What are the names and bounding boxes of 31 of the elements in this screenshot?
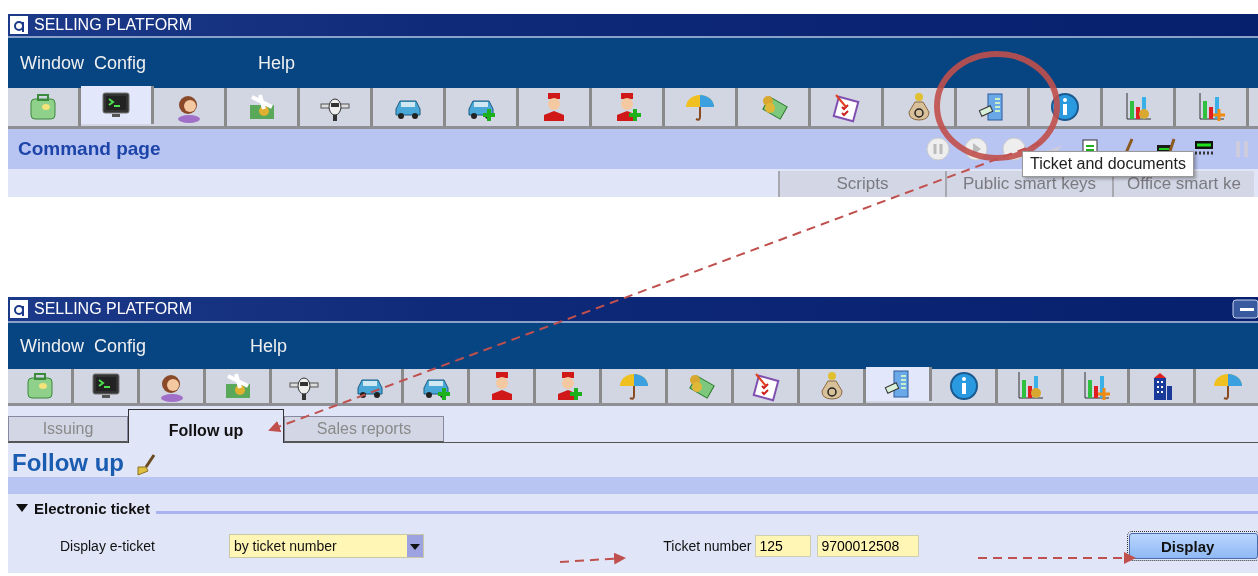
page-heading: Follow up [12, 449, 124, 477]
tooltip: Ticket and documents [1022, 151, 1194, 177]
collapse-triangle-icon[interactable] [16, 503, 28, 513]
app-logo-icon [10, 300, 28, 318]
airline-code-field[interactable]: 125 [755, 535, 812, 557]
field-label: Ticket number [663, 538, 752, 554]
menu-item[interactable]: Window [20, 335, 85, 357]
menu-item[interactable]: Help [250, 335, 288, 357]
section-title: Electronic ticket [34, 499, 150, 517]
app-logo-icon [10, 16, 28, 34]
play-icon[interactable] [964, 137, 988, 161]
display-button[interactable]: Display [1129, 533, 1258, 559]
tab[interactable]: Follow up [128, 409, 284, 443]
display-mode-dropdown[interactable]: by ticket number [228, 534, 425, 558]
broom-icon[interactable] [134, 453, 158, 477]
ticket-number-field[interactable]: 9700012508 [817, 535, 920, 557]
window-title: SELLING PLATFORM [34, 300, 192, 318]
menu-item[interactable]: Config [94, 52, 147, 74]
field-label: Display e-ticket [60, 538, 155, 554]
toolbar-button[interactable] [81, 86, 154, 124]
info-icon [947, 370, 980, 402]
suitcase-icon [27, 91, 59, 123]
window-title: SELLING PLATFORM [34, 16, 192, 34]
menu-item[interactable]: Window [20, 52, 85, 74]
minimize-button[interactable] [1232, 299, 1258, 319]
pause-icon[interactable] [926, 137, 950, 161]
dashed-arrow [559, 552, 626, 565]
page-title: Command page [18, 138, 161, 160]
menu-item[interactable]: Help [258, 52, 296, 74]
menu-item[interactable]: Config [94, 335, 147, 357]
dropdown-caret-icon[interactable] [407, 535, 424, 557]
